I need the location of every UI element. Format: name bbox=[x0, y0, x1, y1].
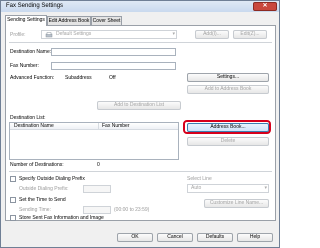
profile-edit-label: Edit(Z)... bbox=[240, 31, 260, 37]
profile-value: Default Settings bbox=[56, 31, 92, 37]
sending-time-range: (00:00 to 23:59) bbox=[114, 207, 150, 213]
destination-list[interactable]: Destination Name Fax Number bbox=[9, 122, 179, 160]
column-header-destination-name[interactable]: Destination Name bbox=[14, 123, 54, 130]
tab-label: Sending Settings bbox=[7, 17, 45, 23]
ok-button[interactable]: OK bbox=[117, 233, 153, 242]
time-to-send-checkbox[interactable] bbox=[10, 197, 16, 203]
add-to-address-book-button[interactable]: Add to Address Book bbox=[187, 85, 269, 94]
window-title: Fax Sending Settings bbox=[6, 3, 64, 9]
destination-name-field[interactable] bbox=[51, 48, 176, 56]
help-button[interactable]: Help bbox=[237, 233, 273, 242]
subaddress-value: Off bbox=[109, 75, 116, 81]
profile-add-label: Add(I)... bbox=[203, 31, 221, 37]
close-icon: ✕ bbox=[262, 3, 268, 9]
highlight-callout bbox=[183, 120, 271, 134]
sending-time-field[interactable] bbox=[83, 206, 111, 214]
fax-sending-settings-window: Fax Sending Settings ✕ Sending Settings … bbox=[0, 0, 280, 248]
number-of-destinations-value: 0 bbox=[97, 162, 100, 168]
tab-label: Edit Address Book bbox=[48, 18, 90, 24]
time-to-send-checkbox-label: Set the Time to Send bbox=[19, 197, 66, 203]
ok-button-label: OK bbox=[131, 234, 139, 240]
help-button-label: Help bbox=[249, 234, 261, 240]
outside-prefix-checkbox-label: Specify Outside Dialing Prefix bbox=[19, 176, 85, 182]
profile-label: Profile: bbox=[10, 32, 26, 38]
profile-select[interactable]: Default Settings ▾ bbox=[41, 30, 177, 39]
outside-prefix-checkbox[interactable] bbox=[10, 176, 16, 182]
add-to-address-book-label: Add to Address Book bbox=[204, 86, 252, 92]
list-header: Destination Name Fax Number bbox=[10, 123, 178, 130]
separator bbox=[9, 42, 272, 43]
tab-sending-settings[interactable]: Sending Settings bbox=[5, 15, 47, 26]
select-line-value: Auto bbox=[191, 185, 202, 191]
title-bar: Fax Sending Settings ✕ bbox=[1, 1, 279, 12]
settings-button[interactable]: Settings... bbox=[187, 73, 269, 82]
outside-prefix-field[interactable] bbox=[83, 185, 111, 193]
customize-line-name-label: Customize Line Name... bbox=[209, 200, 264, 206]
settings-button-label: Settings... bbox=[216, 74, 240, 80]
tab-label: Cover Sheet bbox=[92, 18, 121, 24]
cancel-button[interactable]: Cancel bbox=[157, 233, 193, 242]
delete-button-label: Delete bbox=[220, 138, 236, 144]
fax-number-label: Fax Number: bbox=[10, 63, 39, 69]
separator bbox=[9, 171, 272, 172]
printer-icon bbox=[45, 32, 53, 38]
column-header-fax-number[interactable]: Fax Number bbox=[102, 123, 130, 130]
defaults-button[interactable]: Defaults bbox=[197, 233, 233, 242]
delete-button[interactable]: Delete bbox=[187, 137, 269, 146]
chevron-down-icon: ▾ bbox=[172, 31, 175, 37]
profile-edit-button[interactable]: Edit(Z)... bbox=[233, 30, 267, 39]
store-sent-checkbox-label: Store Sent Fax Information and Image bbox=[19, 215, 104, 221]
sending-time-label: Sending Time: bbox=[19, 207, 51, 213]
tab-edit-address-book[interactable]: Edit Address Book bbox=[47, 16, 91, 25]
destination-name-label: Destination Name: bbox=[10, 49, 52, 55]
select-line-dropdown[interactable]: Auto ▾ bbox=[187, 184, 269, 193]
store-sent-checkbox[interactable] bbox=[10, 215, 16, 221]
customize-line-name-button[interactable]: Customize Line Name... bbox=[204, 199, 269, 208]
tab-cover-sheet[interactable]: Cover Sheet bbox=[91, 16, 122, 25]
cancel-button-label: Cancel bbox=[167, 234, 183, 240]
add-to-destination-list-label: Add to Destination List bbox=[113, 102, 165, 108]
column-divider[interactable] bbox=[98, 123, 99, 130]
add-to-destination-list-button[interactable]: Add to Destination List bbox=[97, 101, 181, 110]
profile-add-button[interactable]: Add(I)... bbox=[195, 30, 229, 39]
outside-prefix-sub-label: Outside Dialing Prefix: bbox=[19, 186, 69, 192]
chevron-down-icon: ▾ bbox=[264, 185, 267, 191]
destination-list-label: Destination List: bbox=[10, 115, 46, 121]
defaults-button-label: Defaults bbox=[205, 234, 225, 240]
select-line-label: Select Line bbox=[187, 176, 212, 182]
fax-number-field[interactable] bbox=[51, 62, 176, 70]
advanced-function-label: Advanced Function: bbox=[10, 75, 55, 81]
subaddress-label: Subaddress bbox=[65, 75, 92, 81]
number-of-destinations-label: Number of Destinations: bbox=[10, 162, 64, 168]
close-button[interactable]: ✕ bbox=[253, 2, 277, 11]
